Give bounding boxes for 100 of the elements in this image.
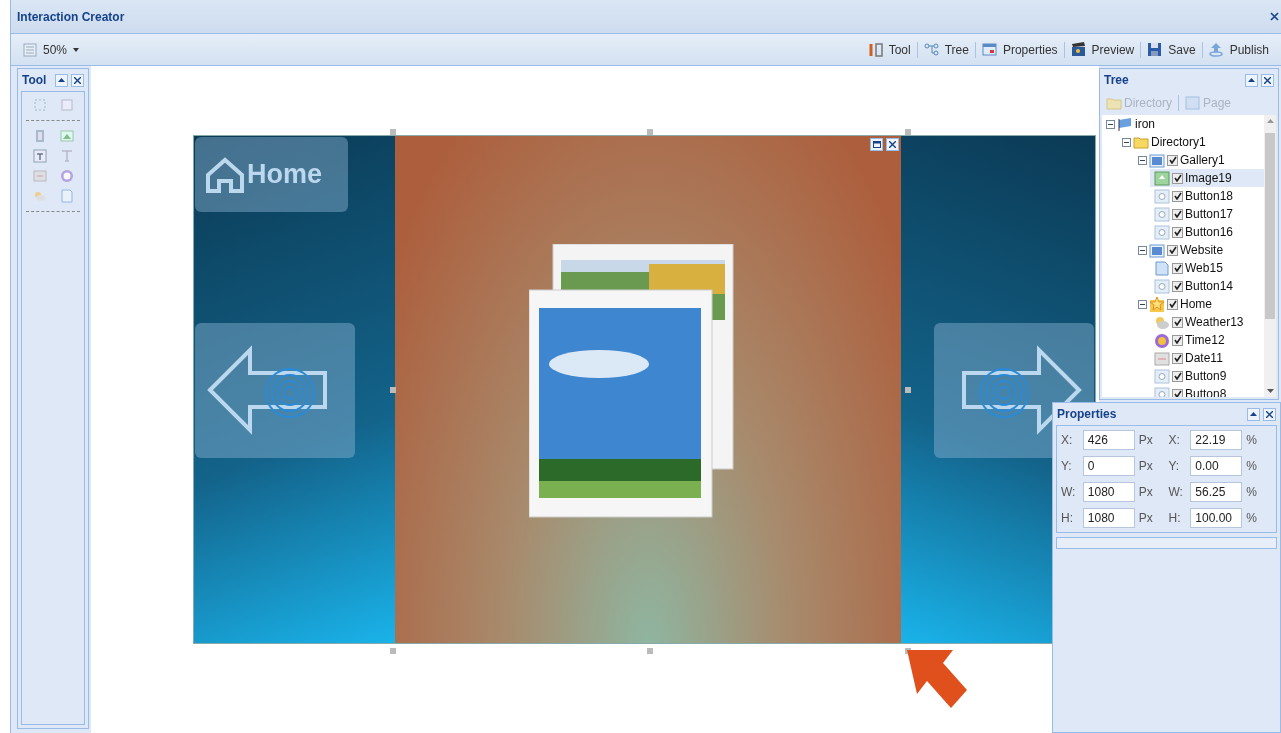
checkmark-icon: [1168, 300, 1177, 308]
close-button[interactable]: [886, 138, 899, 151]
tree-label: Image19: [1185, 170, 1232, 187]
tree-item[interactable]: Gallery1: [1134, 151, 1264, 169]
checkmark-icon: [1173, 174, 1182, 182]
collapse-button[interactable]: [1247, 407, 1260, 421]
close-button[interactable]: [1263, 407, 1276, 421]
checkbox[interactable]: [1172, 334, 1183, 346]
button-label: Home: [247, 158, 322, 192]
tree-item[interactable]: Button17: [1150, 205, 1264, 223]
zoom-dropdown[interactable]: 50%: [17, 38, 86, 61]
tree-label: Weather13: [1185, 314, 1244, 331]
close-icon: [74, 76, 81, 84]
resize-handle[interactable]: [390, 129, 396, 135]
tree-item[interactable]: Weather13: [1150, 313, 1264, 331]
tree-item[interactable]: Website: [1134, 241, 1264, 259]
checkbox[interactable]: [1172, 262, 1183, 274]
tree-item[interactable]: Date11: [1150, 349, 1264, 367]
tree-item[interactable]: Button9: [1150, 367, 1264, 385]
tree-item[interactable]: Directory1: [1118, 133, 1264, 151]
tree-item[interactable]: Button18: [1150, 187, 1264, 205]
toolbar-button[interactable]: Preview: [1064, 38, 1141, 61]
resize-handle[interactable]: [390, 648, 396, 654]
tree-item[interactable]: Web15: [1150, 259, 1264, 277]
checkbox[interactable]: [1167, 244, 1178, 256]
toolbar-button[interactable]: Properties: [975, 38, 1064, 61]
caret-up-icon: [1266, 119, 1274, 123]
field-label: X:: [1061, 432, 1074, 449]
checkbox[interactable]: [1167, 298, 1178, 310]
checkbox[interactable]: [1167, 154, 1178, 166]
checkmark-icon: [1173, 264, 1182, 272]
input-field[interactable]: 426: [1082, 430, 1135, 450]
input-field[interactable]: 1080: [1082, 482, 1135, 502]
collapse-icon[interactable]: [1122, 137, 1131, 147]
panel-title: Properties: [1057, 406, 1117, 423]
tree-item[interactable]: Image19: [1150, 169, 1264, 187]
tree-item[interactable]: iron: [1102, 115, 1264, 133]
back-button[interactable]: [195, 323, 355, 458]
resize-handle[interactable]: [647, 129, 653, 135]
resize-handle[interactable]: [905, 129, 911, 135]
tree-item[interactable]: Home: [1134, 295, 1264, 313]
checkbox[interactable]: [1172, 352, 1183, 364]
folder-icon: [1106, 96, 1122, 110]
checkbox[interactable]: [1172, 370, 1183, 382]
close-button[interactable]: [71, 73, 84, 87]
input-field[interactable]: 0.00: [1190, 456, 1243, 476]
restore-button[interactable]: [870, 138, 883, 151]
tree-item[interactable]: Time12: [1150, 331, 1264, 349]
collapse-icon[interactable]: [1138, 155, 1147, 165]
page-icon: [1185, 96, 1201, 110]
resize-handle[interactable]: [905, 387, 911, 393]
checkbox[interactable]: [1172, 208, 1183, 220]
close-icon: [889, 141, 896, 148]
text-box-icon[interactable]: [32, 149, 47, 163]
tree-label: Directory1: [1151, 134, 1206, 151]
toolbar-button[interactable]: Tree: [917, 38, 975, 61]
caret-icon: [73, 47, 80, 52]
toolbar-button[interactable]: Save: [1141, 38, 1202, 61]
collapse-button[interactable]: [55, 73, 68, 87]
checkbox[interactable]: [1172, 388, 1183, 397]
input-field[interactable]: 56.25: [1190, 482, 1243, 502]
panel-title: Tool: [22, 72, 47, 89]
tree-item[interactable]: Button16: [1150, 223, 1264, 241]
checkbox[interactable]: [1172, 316, 1183, 328]
house-icon: [205, 156, 245, 193]
collapse-button[interactable]: [1245, 73, 1258, 87]
close-button[interactable]: [1268, 10, 1281, 23]
tree-item[interactable]: Button14: [1150, 277, 1264, 295]
collapse-icon[interactable]: [1106, 119, 1115, 129]
checkmark-icon: [1173, 228, 1182, 236]
resize-handle[interactable]: [647, 648, 653, 654]
field-label: Y:: [1168, 458, 1181, 475]
unit-label: Px: [1138, 432, 1154, 449]
checkbox[interactable]: [1172, 190, 1183, 202]
unit-label: %: [1246, 458, 1258, 475]
checkbox[interactable]: [1172, 172, 1183, 184]
toolbar-button[interactable]: Publish: [1202, 38, 1275, 61]
collapse-icon[interactable]: [1138, 245, 1147, 255]
collapse-icon[interactable]: [1138, 299, 1147, 309]
document-icon: [1154, 260, 1170, 276]
tree-label: Gallery1: [1180, 152, 1225, 169]
input-field[interactable]: 1080: [1082, 508, 1135, 528]
input-field[interactable]: 100.00: [1190, 508, 1243, 528]
scrollbar[interactable]: [1264, 115, 1276, 397]
button-icon: [1154, 368, 1170, 384]
flag-icon: [1117, 116, 1133, 132]
close-button[interactable]: [1261, 73, 1274, 87]
checkbox[interactable]: [1172, 226, 1183, 238]
star-icon: [1149, 296, 1165, 312]
checkbox[interactable]: [1172, 280, 1183, 292]
input-field[interactable]: 0: [1082, 456, 1135, 476]
resize-handle[interactable]: [390, 387, 396, 393]
toolbar-button[interactable]: Tool: [861, 38, 917, 61]
caret-down-icon: [1266, 389, 1274, 393]
button-icon: [1154, 206, 1170, 222]
tree-label: Time12: [1185, 332, 1225, 349]
tree-label: Website: [1180, 242, 1224, 259]
unit-label: Px: [1138, 510, 1154, 527]
input-field[interactable]: 22.19: [1190, 430, 1243, 450]
tree-label: Button18: [1185, 188, 1234, 205]
